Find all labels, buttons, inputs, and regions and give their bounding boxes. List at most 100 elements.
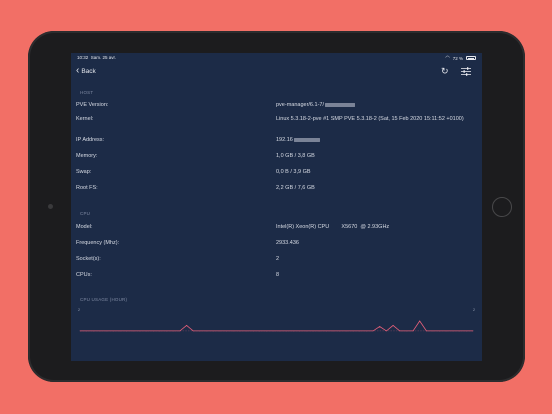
nav-bar: ‹ Back ↻ <box>71 64 482 80</box>
cpu-usage-line <box>80 320 473 332</box>
row-value: Linux 5.3.18-2-pve #1 SMP PVE 5.3.18-2 (… <box>276 116 464 122</box>
y-tick-label-left: 2 <box>78 308 80 312</box>
cpu-usage-point <box>372 330 374 332</box>
cpu-usage-point <box>279 330 281 332</box>
cpu-usage-point <box>299 330 301 332</box>
chevron-left-icon: ‹ <box>76 65 80 76</box>
cpu-usage-point <box>126 330 127 332</box>
back-label: Back <box>81 67 96 75</box>
cpu-usage-point <box>319 330 321 332</box>
cpu-usage-point <box>439 330 441 332</box>
cpu-usage-point <box>119 330 121 332</box>
cpu-usage-point <box>399 330 401 332</box>
row-value: 8 <box>276 272 280 278</box>
cpu-usage-point <box>92 330 94 332</box>
cpu-usage-point <box>286 330 287 332</box>
home-button[interactable] <box>492 197 512 217</box>
row-value: 192.16 <box>276 137 476 144</box>
row-key: PVE Version: <box>76 102 109 108</box>
row-key: Memory: <box>76 153 98 159</box>
cpu-usage-point <box>339 330 341 332</box>
back-button[interactable]: ‹ Back <box>76 66 96 76</box>
cpu-usage-point <box>272 330 274 332</box>
cpu-usage-point <box>152 330 154 332</box>
cpu-usage-point <box>472 330 474 332</box>
cpu-usage-point <box>352 330 354 332</box>
cpu-usage-point <box>166 330 167 332</box>
cpu-usage-point <box>332 330 334 332</box>
cpu-usage-point <box>406 330 407 332</box>
status-bar: 10:32 Sam. 25 avr. ◠ 72 % <box>71 53 482 62</box>
cpu-usage-point <box>326 330 327 332</box>
cpu-usage-point <box>386 330 387 332</box>
row-key: Swap: <box>76 169 92 175</box>
cpu-usage-point <box>312 330 314 332</box>
row-value: 2 <box>276 256 280 262</box>
cpu-usage-point <box>446 330 447 332</box>
app-screen: 10:32 Sam. 25 avr. ◠ 72 % ‹ Back ↻ HOST … <box>71 53 482 361</box>
cpu-usage-point <box>146 330 147 332</box>
row-value: Intel(R) Xeon(R) CPU X5670 @ 2.93GHz <box>276 224 390 230</box>
row-key: CPUs: <box>76 272 92 278</box>
cpu-usage-point <box>266 330 267 332</box>
battery-icon <box>466 56 476 60</box>
cpu-usage-point <box>366 330 367 332</box>
cpu-usage-point <box>465 330 467 332</box>
row-value: pve-manager/6.1-7/ <box>276 102 476 109</box>
status-time: 10:32 Sam. 25 avr. <box>77 55 117 60</box>
cpu-usage-point <box>459 330 461 332</box>
cpu-usage-point <box>292 330 294 332</box>
cpu-usage-point <box>392 325 394 326</box>
battery-percent: 72 % <box>452 55 463 61</box>
cpu-usage-point <box>192 330 194 332</box>
wifi-icon: ◠ <box>445 55 450 61</box>
row-value: 2,2 GB / 7,6 GB <box>276 185 315 191</box>
cpu-usage-point <box>206 330 207 332</box>
cpu-usage-point <box>226 330 227 332</box>
row-key: Kernel: <box>76 116 94 122</box>
row-key: Socket(s): <box>76 256 101 262</box>
row-key: Frequency (Mhz): <box>76 240 120 246</box>
cpu-usage-chart: 2 2 <box>78 306 475 340</box>
row-key: Root FS: <box>76 185 98 191</box>
cpu-usage-point <box>426 330 427 332</box>
cpu-usage-point <box>452 330 454 332</box>
row-value: 2933.436 <box>276 240 299 246</box>
cpu-usage-point <box>132 330 134 332</box>
cpu-usage-point <box>419 320 421 322</box>
cpu-usage-point <box>259 330 261 332</box>
y-tick-label-right: 2 <box>473 308 475 312</box>
sliders-icon[interactable] <box>461 67 471 76</box>
cpu-usage-point <box>232 330 234 332</box>
cpu-usage-point <box>252 330 254 332</box>
cpu-usage-point <box>212 330 214 332</box>
cpu-usage-point <box>186 325 187 326</box>
row-value: 1,0 GB / 3,8 GB <box>276 153 315 159</box>
cpu-usage-point <box>359 330 361 332</box>
section-cpu-label: CPU <box>80 211 91 216</box>
cpu-usage-point <box>79 330 81 332</box>
cpu-usage-point <box>112 330 114 332</box>
row-value: 0,0 B / 3,9 GB <box>276 169 311 175</box>
section-host-label: HOST <box>80 90 94 95</box>
refresh-icon[interactable]: ↻ <box>441 66 449 77</box>
cpu-usage-point <box>159 330 161 332</box>
cpu-usage-point <box>179 330 181 332</box>
cpu-usage-point <box>106 330 107 332</box>
cpu-usage-point <box>379 326 381 327</box>
cpu-usage-point <box>246 330 247 332</box>
cpu-usage-point <box>172 330 174 332</box>
cpu-usage-point <box>139 330 141 332</box>
cpu-usage-svg <box>79 320 474 332</box>
redaction-block <box>293 137 320 142</box>
cpu-usage-point <box>346 330 347 332</box>
camera <box>48 204 53 209</box>
row-key: Model: <box>76 224 93 230</box>
redaction-block <box>325 102 355 107</box>
cpu-usage-point <box>199 330 201 332</box>
status-right: ◠ 72 % <box>445 55 476 61</box>
cpu-usage-point <box>219 330 221 332</box>
row-key: IP Address: <box>76 137 105 143</box>
cpu-usage-point <box>432 330 434 332</box>
cpu-usage-point <box>306 330 307 332</box>
